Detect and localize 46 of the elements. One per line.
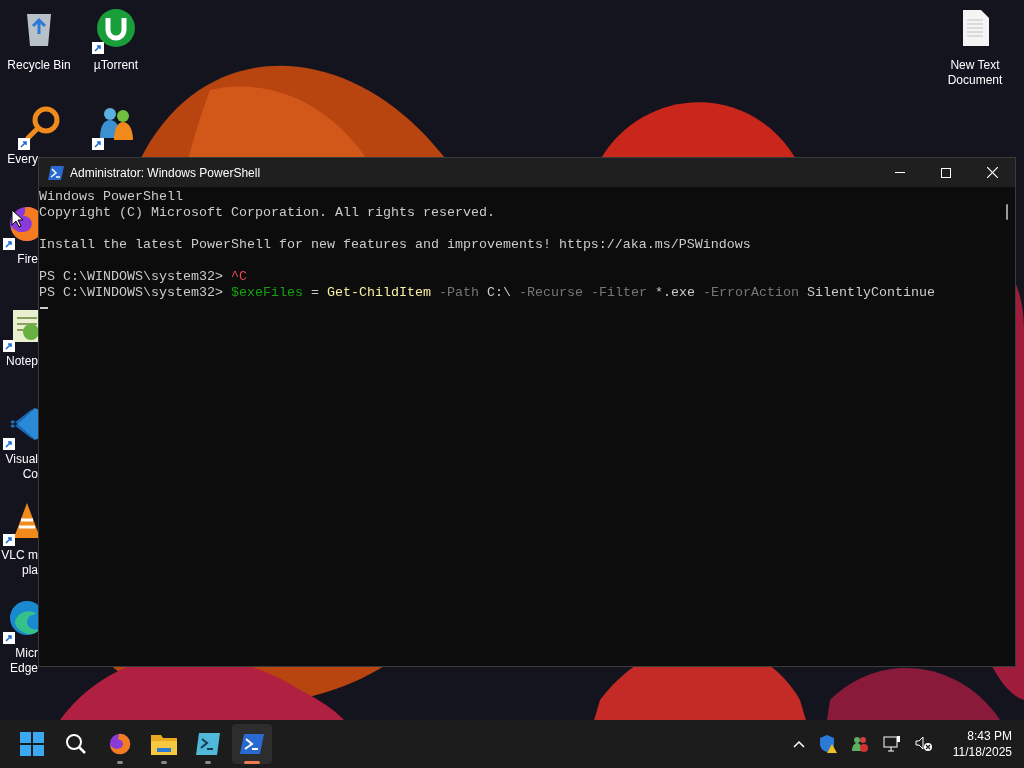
powershell-icon [240,734,264,754]
desktop-icon-label[interactable]: Visual [0,452,38,467]
shield-warning-icon[interactable] [818,735,837,753]
windows-logo-icon [20,732,44,756]
browser-icon [108,732,132,756]
clock[interactable]: 8:43 PM 11/18/2025 [952,728,1012,760]
mouse-pointer-icon [11,209,23,228]
taskbar-button[interactable] [232,724,272,764]
terminal-line: Install the latest PowerShell for new features and improvements! https://aka.ms/PSWindows [39,237,752,253]
running-indicator [244,761,260,764]
desktop-icon-label[interactable]: Every [0,152,38,167]
running-indicator [205,761,211,764]
desktop-icon-label[interactable]: Fire [0,252,38,267]
desktop-icon-label[interactable]: Notep [0,354,38,369]
terminal-line: PS C:\WINDOWS\system32> ^C [39,269,248,285]
desktop-icon-label[interactable]: pla [0,563,38,578]
desktop-icon-label[interactable]: Micr [0,646,38,661]
desktop-icon-label[interactable]: µTorrent [76,58,156,73]
desktop-icon-label[interactable]: Co [0,467,38,482]
torrent-icon [96,8,136,48]
running-indicator [117,761,123,764]
clock-date: 11/18/2025 [952,744,1012,760]
clock-time: 8:43 PM [967,728,1012,744]
monitor-icon[interactable] [882,736,901,752]
minimize-icon [895,172,905,173]
folder-icon [151,733,177,755]
people-icon[interactable] [850,735,869,753]
maximize-icon [941,167,951,178]
terminal-icon [196,733,220,755]
close-icon [986,167,998,178]
desktop-icon-label[interactable]: VLC m [0,548,38,563]
search-icon [65,733,87,755]
terminal-line: Windows PowerShell [39,189,184,205]
running-indicator [161,761,167,764]
text-cursor [40,307,48,309]
terminal-line: Copyright (C) Microsoft Corporation. All rights reserved. [39,205,496,221]
desktop-icon-label[interactable]: Document [935,73,1015,88]
muted-speaker-icon[interactable] [914,736,933,752]
chevron-up-icon[interactable] [792,740,805,748]
window-title: Administrator: Windows PowerShell [70,164,261,182]
desktop-icon-label[interactable]: Recycle Bin [0,58,79,73]
powershell-icon [48,165,64,180]
terminal-line: PS C:\WINDOWS\system32> $exeFiles = Get-ChildItem -Path C:\ -Recurse -Filter *.exe -ErrorAction SilentlyContinue [39,285,936,301]
desktop-icon-label[interactable]: New Text [935,58,1015,73]
scrollbar-thumb[interactable] [1006,204,1008,220]
desktop-icon-label[interactable]: Edge [0,661,38,676]
